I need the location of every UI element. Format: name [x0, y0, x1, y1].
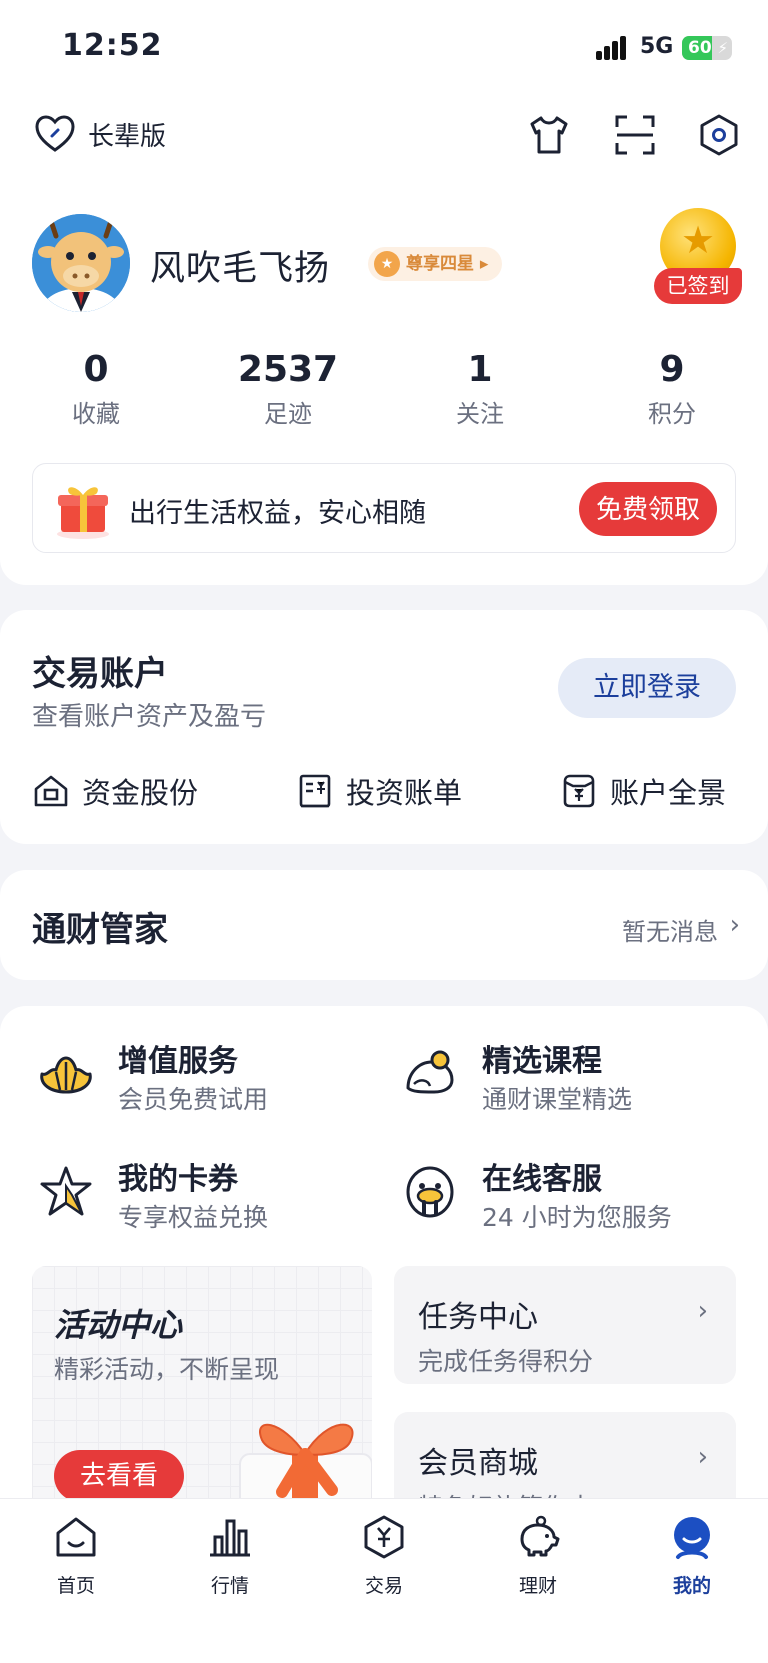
service-title: 我的卡券 [118, 1162, 238, 1197]
tab-market[interactable]: 行情 [170, 1513, 290, 1598]
stat-favorites[interactable]: 0 收藏 [0, 348, 192, 429]
service-subtitle: 会员免费试用 [118, 1085, 269, 1114]
bill-icon [299, 774, 331, 808]
account-link-label: 资金股份 [82, 776, 199, 810]
status-time: 12:52 [62, 28, 163, 63]
task-center-subtitle: 完成任务得积分 [418, 1347, 594, 1376]
signed-in-badge[interactable]: 已签到 [654, 268, 742, 304]
shell-icon [40, 1056, 92, 1094]
elder-mode-label: 长辈版 [88, 121, 167, 152]
heart-icon [35, 115, 75, 152]
stat-label: 收藏 [72, 400, 120, 428]
member-mall-title: 会员商城 [418, 1446, 538, 1481]
promo-banner[interactable]: 出行生活权益，安心相随 免费领取 [32, 463, 736, 553]
promo-text: 出行生活权益，安心相随 [129, 498, 426, 529]
play-arrow-icon: ▸ [479, 254, 489, 274]
service-title: 在线客服 [482, 1162, 602, 1197]
service-title: 精选课程 [482, 1044, 602, 1079]
account-overview-link[interactable]: 账户全景 [560, 770, 726, 812]
go-see-button[interactable]: 去看看 [54, 1450, 184, 1502]
stat-label: 关注 [456, 400, 504, 428]
home-icon [56, 1517, 96, 1557]
avatar[interactable] [32, 214, 130, 312]
wallet-yuan-icon [563, 774, 595, 808]
walrus-icon [406, 1166, 454, 1218]
account-links: 资金股份 投资账单 账户全景 [0, 770, 768, 820]
online-support-item[interactable]: 在线客服 24 小时为您服务 [400, 1154, 730, 1244]
trading-account-card: 交易账户 查看账户资产及盈亏 立即登录 资金股份 投资账单 账户全景 [0, 610, 768, 844]
steward-title: 通财管家 [32, 910, 168, 950]
investment-bill-link[interactable]: 投资账单 [296, 770, 462, 812]
house-icon [34, 775, 68, 807]
yuan-hexagon-icon [364, 1515, 404, 1559]
service-title: 增值服务 [118, 1044, 238, 1079]
steward-card[interactable]: 通财管家 暂无消息 › [0, 870, 768, 980]
tab-bar: 首页 行情 交易 理财 我的 [0, 1498, 768, 1663]
value-added-service-item[interactable]: 增值服务 会员免费试用 [36, 1036, 366, 1126]
stat-value: 9 [659, 349, 685, 390]
stat-points[interactable]: 9 积分 [576, 348, 768, 429]
account-link-label: 投资账单 [346, 776, 463, 810]
stat-label: 积分 [648, 400, 696, 428]
tshirt-icon[interactable] [526, 112, 572, 158]
tab-label: 交易 [364, 1575, 403, 1597]
signal-icon [596, 34, 630, 60]
tab-label: 我的 [672, 1575, 711, 1597]
task-center-title: 任务中心 [418, 1300, 538, 1335]
vip-badge-label: 尊享四星 [406, 254, 474, 274]
funds-shares-link[interactable]: 资金股份 [32, 770, 198, 812]
tab-label: 首页 [56, 1575, 95, 1597]
selected-courses-item[interactable]: 精选课程 通财课堂精选 [400, 1036, 730, 1126]
stat-value: 0 [83, 349, 109, 390]
user-icon [674, 1517, 710, 1559]
chevron-right-icon: › [697, 1296, 708, 1326]
service-subtitle: 通财课堂精选 [482, 1085, 633, 1114]
vip-badge[interactable]: ★ 尊享四星 ▸ [368, 247, 503, 281]
stat-label: 足迹 [264, 400, 312, 428]
scan-icon[interactable] [612, 112, 658, 158]
status-bar: 12:52 5G 60 ⚡ [0, 0, 768, 100]
profile-stats: 0 收藏 2537 足迹 1 关注 9 积分 [0, 348, 768, 429]
stat-footprints[interactable]: 2537 足迹 [192, 348, 384, 429]
tab-mine[interactable]: 我的 [632, 1513, 752, 1598]
piggy-bank-icon [520, 1515, 560, 1557]
tab-trade[interactable]: 交易 [324, 1513, 444, 1598]
account-link-label: 账户全景 [610, 776, 727, 810]
username[interactable]: 风吹毛飞扬 [150, 240, 330, 291]
claim-free-button[interactable]: 免费领取 [579, 482, 717, 536]
network-type: 5G [640, 34, 674, 59]
task-center-card[interactable]: 任务中心 完成任务得积分 › [394, 1266, 736, 1384]
service-subtitle: 专享权益兑换 [118, 1203, 269, 1232]
tab-home[interactable]: 首页 [16, 1513, 136, 1598]
tab-label: 行情 [210, 1575, 249, 1597]
steward-message: 暂无消息 [622, 918, 718, 946]
service-subtitle: 24 小时为您服务 [482, 1203, 672, 1232]
chevron-right-icon: › [697, 1442, 708, 1472]
activity-center-card[interactable]: 活动中心 精彩活动，不断呈现 去看看 [32, 1266, 372, 1526]
stat-value: 2537 [237, 349, 339, 390]
page: 12:52 5G 60 ⚡ 长辈版 风吹毛飞扬 ★ 尊享四星 ▸ ★ 已签到 0… [0, 0, 768, 1663]
elder-mode-button[interactable]: 长辈版 [34, 114, 166, 154]
battery-level: 60 [688, 38, 712, 58]
activity-title: 活动中心 [54, 1306, 183, 1344]
gift-icon [57, 487, 109, 539]
bar-chart-icon [210, 1519, 250, 1557]
login-now-button[interactable]: 立即登录 [558, 658, 736, 718]
account-subtitle: 查看账户资产及盈亏 [32, 702, 267, 732]
battery-icon: 60 ⚡ [682, 36, 732, 60]
star-icon [40, 1166, 92, 1216]
activity-subtitle: 精彩活动，不断呈现 [54, 1355, 280, 1384]
tab-wealth[interactable]: 理财 [478, 1513, 598, 1598]
settings-icon[interactable] [696, 112, 742, 158]
vip-star-icon: ★ [374, 251, 400, 277]
stat-value: 1 [467, 349, 493, 390]
bird-icon [406, 1050, 454, 1094]
cow-avatar-icon [32, 214, 130, 312]
stat-following[interactable]: 1 关注 [384, 348, 576, 429]
account-title: 交易账户 [32, 654, 168, 694]
my-coupons-item[interactable]: 我的卡券 专享权益兑换 [36, 1154, 366, 1244]
tab-label: 理财 [518, 1575, 557, 1597]
chevron-right-icon: › [729, 910, 740, 940]
